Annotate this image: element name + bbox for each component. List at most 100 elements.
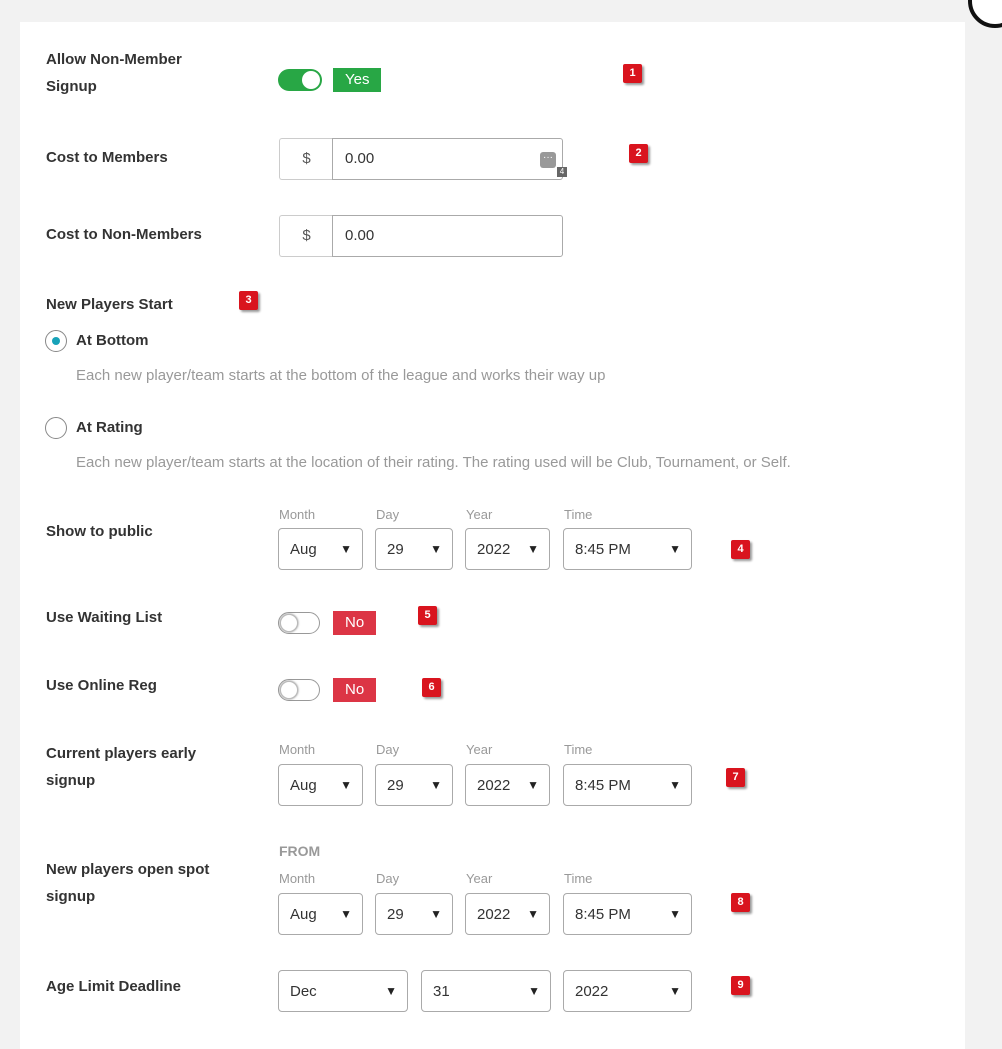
more-count-badge: 4 — [557, 167, 567, 177]
marker-5: 5 — [418, 606, 437, 625]
marker-8: 8 — [731, 893, 750, 912]
cost-nonmembers-input[interactable]: 0.00 — [332, 215, 563, 257]
caret-down-icon: ▼ — [669, 907, 681, 921]
new-players-start-label: New Players Start — [46, 296, 173, 313]
open-spot-year-select[interactable]: 2022 ▼ — [465, 893, 550, 935]
cost-nonmembers-currency: $ — [279, 215, 333, 257]
marker-3: 3 — [239, 291, 258, 310]
caret-down-icon: ▼ — [527, 542, 539, 556]
time-caption: Time — [564, 871, 593, 886]
selected-value: 29 — [387, 777, 404, 794]
caret-down-icon: ▼ — [340, 542, 352, 556]
open-spot-day-select[interactable]: 29 ▼ — [375, 893, 453, 935]
time-caption: Time — [564, 507, 593, 522]
cost-nonmembers-value: 0.00 — [345, 227, 375, 244]
selected-value: 29 — [387, 541, 404, 558]
day-caption: Day — [376, 742, 400, 757]
selected-value: 31 — [433, 983, 450, 1000]
option-at-bottom-label[interactable]: At Bottom — [76, 328, 148, 354]
caret-down-icon: ▼ — [430, 907, 442, 921]
marker-6: 6 — [422, 678, 441, 697]
marker-9: 9 — [731, 976, 750, 995]
open-spot-month-select[interactable]: Aug ▼ — [278, 893, 363, 935]
age-limit-month-select[interactable]: Dec ▼ — [278, 970, 408, 1012]
caret-down-icon: ▼ — [669, 984, 681, 998]
day-caption: Day — [376, 507, 400, 522]
caret-down-icon: ▼ — [669, 778, 681, 792]
cost-nonmembers-label: Cost to Non-Members — [46, 226, 202, 243]
marker-7: 7 — [726, 768, 745, 787]
selected-value: 2022 — [477, 906, 511, 923]
selected-value: 29 — [387, 906, 404, 923]
allow-nonmember-label-line2: Signup — [46, 78, 97, 95]
allow-nonmember-label-line1: Allow Non-Member — [46, 51, 182, 68]
radio-at-bottom[interactable] — [45, 330, 67, 352]
selected-value: 2022 — [575, 983, 609, 1000]
caret-down-icon: ▼ — [528, 984, 540, 998]
selected-value: Aug — [290, 906, 317, 923]
early-signup-day-select[interactable]: 29 ▼ — [375, 764, 453, 806]
show-public-month-select[interactable]: Aug ▼ — [278, 528, 363, 570]
show-public-day-select[interactable]: 29 ▼ — [375, 528, 453, 570]
selected-value: 2022 — [477, 777, 511, 794]
month-caption: Month — [279, 742, 316, 757]
month-caption: Month — [279, 871, 316, 886]
selected-value: Aug — [290, 541, 317, 558]
selected-value: 8:45 PM — [575, 541, 631, 558]
cost-members-label: Cost to Members — [46, 149, 168, 166]
online-reg-status: No — [333, 678, 377, 702]
age-limit-year-select[interactable]: 2022 ▼ — [563, 970, 692, 1012]
show-public-year-select[interactable]: 2022 ▼ — [465, 528, 550, 570]
caret-down-icon: ▼ — [340, 907, 352, 921]
from-caption: FROM — [279, 843, 321, 859]
show-public-time-select[interactable]: 8:45 PM ▼ — [563, 528, 692, 570]
year-caption: Year — [466, 507, 493, 522]
option-at-rating-description: Each new player/team starts at the locat… — [76, 454, 791, 471]
cost-members-currency: $ — [279, 138, 333, 180]
open-spot-label-line2: signup — [46, 888, 96, 905]
radio-at-rating[interactable] — [45, 417, 67, 439]
selected-value: Dec — [290, 983, 317, 1000]
month-caption: Month — [279, 507, 316, 522]
cost-members-input[interactable]: 0.00 — [332, 138, 563, 180]
selected-value: 8:45 PM — [575, 906, 631, 923]
option-at-bottom-description: Each new player/team starts at the botto… — [76, 367, 606, 384]
caret-down-icon: ▼ — [430, 542, 442, 556]
early-signup-year-select[interactable]: 2022 ▼ — [465, 764, 550, 806]
year-caption: Year — [466, 871, 493, 886]
early-signup-month-select[interactable]: Aug ▼ — [278, 764, 363, 806]
allow-nonmember-toggle[interactable] — [278, 69, 322, 91]
age-limit-label: Age Limit Deadline — [46, 978, 182, 995]
caret-down-icon: ▼ — [527, 778, 539, 792]
selected-value: 8:45 PM — [575, 777, 631, 794]
day-caption: Day — [376, 871, 400, 886]
caret-down-icon: ▼ — [340, 778, 352, 792]
marker-1: 1 — [623, 64, 642, 83]
time-caption: Time — [564, 742, 593, 757]
option-at-rating-label[interactable]: At Rating — [76, 415, 143, 441]
early-signup-time-select[interactable]: 8:45 PM ▼ — [563, 764, 692, 806]
more-icon[interactable]: ··· — [540, 152, 556, 168]
caret-down-icon: ▼ — [385, 984, 397, 998]
online-reg-label: Use Online Reg — [46, 677, 157, 694]
year-caption: Year — [466, 742, 493, 757]
early-signup-label-line2: signup — [46, 772, 96, 789]
waiting-list-status: No — [333, 611, 377, 635]
marker-4: 4 — [731, 540, 750, 559]
waiting-list-toggle[interactable] — [278, 612, 320, 634]
caret-down-icon: ▼ — [669, 542, 681, 556]
marker-2: 2 — [629, 144, 648, 163]
selected-value: Aug — [290, 777, 317, 794]
cost-members-value: 0.00 — [345, 150, 375, 167]
corner-widget — [968, 0, 1002, 28]
caret-down-icon: ▼ — [430, 778, 442, 792]
online-reg-toggle[interactable] — [278, 679, 320, 701]
selected-value: 2022 — [477, 541, 511, 558]
early-signup-label-line1: Current players early — [46, 745, 197, 762]
age-limit-day-select[interactable]: 31 ▼ — [421, 970, 551, 1012]
caret-down-icon: ▼ — [527, 907, 539, 921]
show-public-label: Show to public — [46, 523, 153, 540]
open-spot-label-line1: New players open spot — [46, 861, 210, 878]
open-spot-time-select[interactable]: 8:45 PM ▼ — [563, 893, 692, 935]
allow-nonmember-status: Yes — [333, 68, 382, 92]
